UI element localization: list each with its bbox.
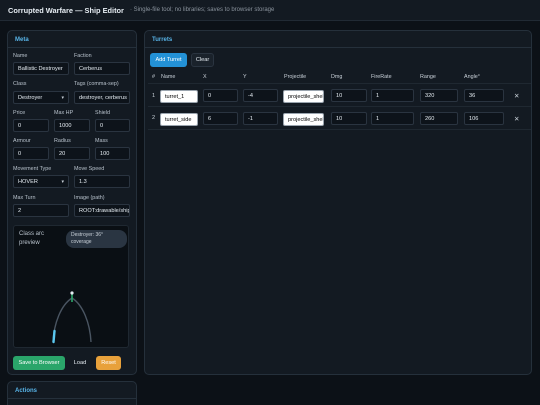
turret-angle-field[interactable]: 106	[464, 112, 504, 125]
turret-name-field[interactable]: turret_side	[160, 113, 198, 126]
meta-divider	[8, 47, 136, 48]
turret-dmg-field[interactable]: 10	[331, 89, 367, 102]
movement-type-select[interactable]: HOVER ▾	[13, 175, 69, 188]
class-select-value: Destroyer	[18, 94, 43, 101]
table-header-divider	[148, 83, 531, 84]
coverage-arc-highlight	[52, 329, 56, 344]
chevron-down-icon: ▾	[61, 94, 64, 101]
app-subtitle: · Single-file tool; no libraries; saves …	[129, 7, 275, 13]
app-header: Corrupted Warfare — Ship Editor · Single…	[0, 0, 540, 21]
column-header-angle: Angle°	[464, 74, 480, 80]
arc-preview-canvas	[52, 291, 92, 344]
shield-label: Shield	[95, 110, 110, 116]
movement-type-label: Movement Type	[13, 166, 52, 172]
actions-divider	[8, 398, 136, 399]
faction-label: Faction	[74, 53, 92, 59]
turret-angle-field[interactable]: 36	[464, 89, 504, 102]
turret-range-field[interactable]: 320	[420, 89, 458, 102]
delete-turret-button[interactable]: ✕	[514, 92, 519, 100]
max-turn-field[interactable]: 2	[13, 204, 69, 217]
name-label: Name	[13, 53, 28, 59]
mass-label: Mass	[95, 138, 108, 144]
chevron-down-icon: ▾	[61, 178, 64, 185]
coverage-arc	[52, 297, 92, 343]
reset-button[interactable]: Reset	[96, 356, 121, 370]
move-speed-label: Move Speed	[74, 166, 105, 172]
turret-x-field[interactable]: 0	[203, 89, 238, 102]
radius-label: Radius	[54, 138, 71, 144]
turret-y-field[interactable]: -1	[243, 112, 278, 125]
turret-name-field[interactable]: turret_1	[160, 90, 198, 103]
column-header-name: Name	[161, 74, 176, 80]
turret-projectile-field[interactable]: projectile_shell	[283, 113, 324, 126]
movement-type-value: HOVER	[18, 178, 38, 185]
name-field[interactable]: Ballistic Destroyer	[13, 62, 69, 75]
faction-field[interactable]: Cerberus	[74, 62, 130, 75]
image-path-label: Image (path)	[74, 195, 105, 201]
class-arc-preview: Class arc preview Destroyer: 36° coverag…	[13, 225, 129, 348]
column-header-firerate: FireRate	[371, 74, 392, 80]
column-header-dmg: Dmg	[331, 74, 343, 80]
row-number: 1	[152, 93, 156, 99]
tags-field[interactable]: destroyer, cerberus	[74, 91, 130, 104]
load-button[interactable]: Load	[69, 356, 91, 370]
image-path-field[interactable]: ROOT:drawable/ships	[74, 204, 130, 217]
turrets-panel-title: Turrets	[152, 37, 173, 43]
ship-dot	[70, 291, 74, 295]
column-header-y: Y	[243, 74, 247, 80]
add-turret-button[interactable]: Add Turret	[150, 53, 187, 67]
turret-y-field[interactable]: -4	[243, 89, 278, 102]
max-hp-field[interactable]: 1000	[54, 119, 90, 132]
delete-turret-button[interactable]: ✕	[514, 115, 519, 123]
clear-turrets-button[interactable]: Clear	[191, 53, 214, 67]
class-label: Class	[13, 81, 27, 87]
turret-firerate-field[interactable]: 1	[371, 89, 414, 102]
meta-panel-title: Meta	[15, 37, 29, 43]
table-row-divider	[148, 106, 531, 107]
actions-panel: Actions	[7, 381, 137, 405]
price-field[interactable]: 0	[13, 119, 49, 132]
table-row-divider	[148, 129, 531, 130]
max-turn-label: Max Turn	[13, 195, 36, 201]
shield-field[interactable]: 0	[95, 119, 130, 132]
column-header-index: #	[152, 74, 155, 80]
column-header-range: Range	[420, 74, 436, 80]
max-hp-label: Max HP	[54, 110, 74, 116]
armour-field[interactable]: 0	[13, 147, 49, 160]
row-number: 2	[152, 115, 156, 121]
radius-field[interactable]: 20	[54, 147, 90, 160]
mass-field[interactable]: 100	[95, 147, 130, 160]
app-title: Corrupted Warfare — Ship Editor	[8, 5, 124, 15]
turrets-panel: Turrets	[144, 30, 532, 375]
save-to-browser-button[interactable]: Save to Browser	[13, 356, 65, 370]
price-label: Price	[13, 110, 26, 116]
turret-range-field[interactable]: 260	[420, 112, 458, 125]
turrets-divider	[145, 47, 531, 48]
armour-label: Armour	[13, 138, 31, 144]
turret-dmg-field[interactable]: 10	[331, 112, 367, 125]
column-header-x: X	[203, 74, 207, 80]
column-header-projectile: Projectile	[284, 74, 307, 80]
move-speed-field[interactable]: 1.3	[74, 175, 130, 188]
tags-label: Tags (comma-sep)	[74, 81, 119, 87]
turret-x-field[interactable]: 6	[203, 112, 238, 125]
turret-firerate-field[interactable]: 1	[371, 112, 414, 125]
turret-projectile-field[interactable]: projectile_shell	[283, 90, 324, 103]
actions-panel-title: Actions	[15, 388, 38, 394]
class-select[interactable]: Destroyer ▾	[13, 91, 69, 104]
